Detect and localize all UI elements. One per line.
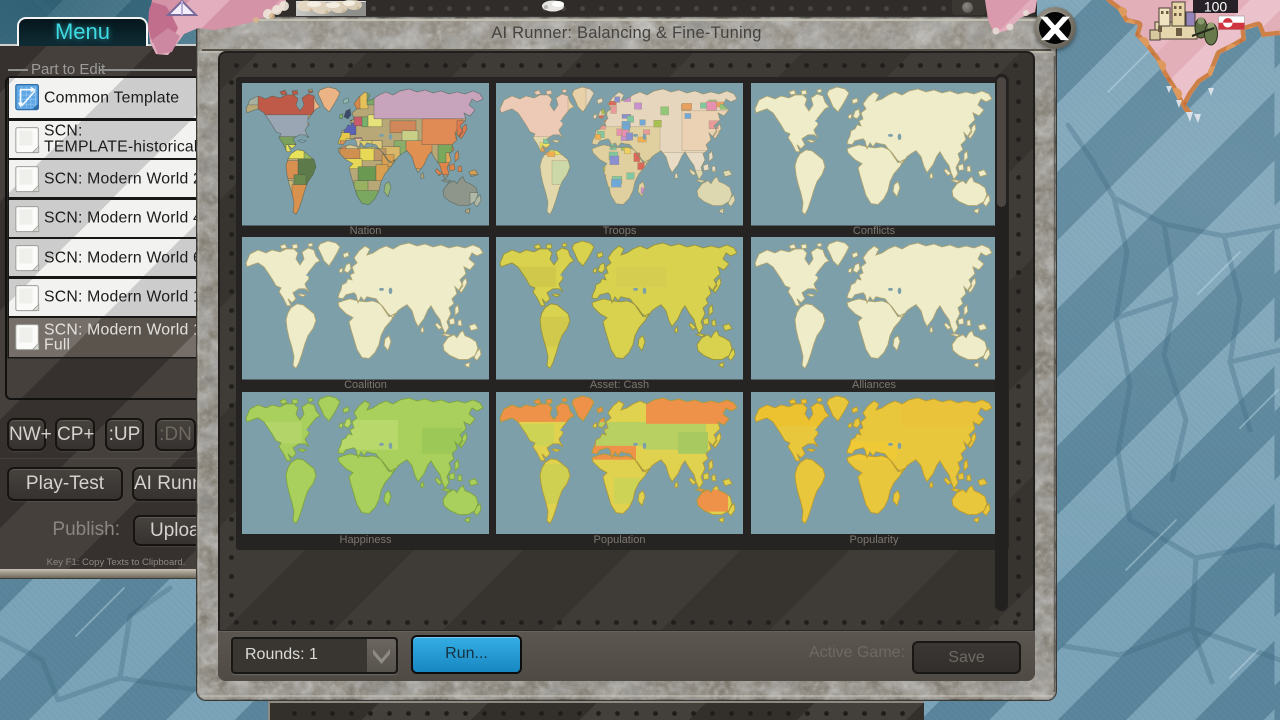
- svg-text:100: 100: [1204, 0, 1228, 15]
